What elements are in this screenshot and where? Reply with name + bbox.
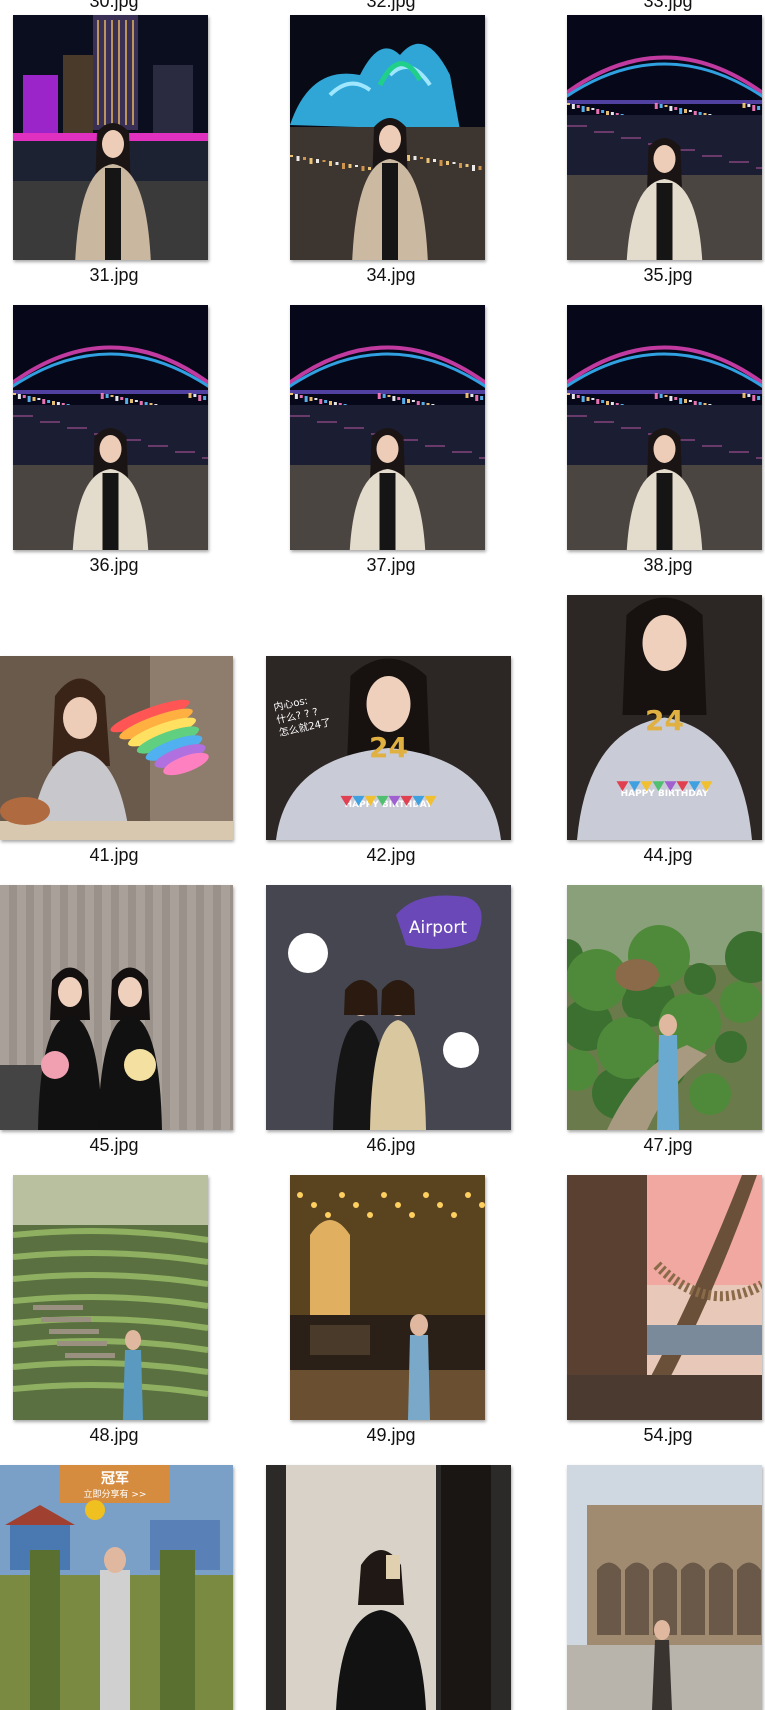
- image-thumbnail[interactable]: Airport: [266, 885, 511, 1130]
- file-name-label[interactable]: 37.jpg: [271, 555, 511, 576]
- file-name-label[interactable]: 34.jpg: [271, 265, 511, 286]
- image-thumbnail[interactable]: [567, 1465, 762, 1710]
- image-thumbnail[interactable]: [13, 1175, 208, 1420]
- image-thumbnail[interactable]: [567, 885, 762, 1130]
- previous-row-filename[interactable]: 33.jpg: [548, 0, 765, 12]
- file-name-label[interactable]: 42.jpg: [271, 845, 511, 866]
- thumbnail-preview-game-screenshot: 冠军立即分享有 >>: [0, 1465, 233, 1710]
- image-thumbnail[interactable]: [266, 1465, 511, 1710]
- file-name-label[interactable]: 48.jpg: [0, 1425, 234, 1446]
- image-thumbnail[interactable]: [290, 15, 485, 260]
- image-thumbnail[interactable]: [13, 15, 208, 260]
- thumbnail-preview-cafe-night-lights: [290, 1175, 485, 1420]
- thumbnail-preview-birthday-balloons: [0, 656, 233, 840]
- previous-row-filename[interactable]: 30.jpg: [0, 0, 234, 12]
- image-thumbnail[interactable]: 24 HAPPY BIRTHDAY: [266, 656, 511, 840]
- svg-text:24: 24: [645, 704, 684, 737]
- file-name-label[interactable]: 38.jpg: [548, 555, 765, 576]
- thumbnail-preview-opera-house-lights: [290, 15, 485, 260]
- image-thumbnail[interactable]: [290, 1175, 485, 1420]
- image-thumbnail[interactable]: [290, 305, 485, 550]
- image-thumbnail[interactable]: [567, 1175, 762, 1420]
- file-name-label[interactable]: 36.jpg: [0, 555, 234, 576]
- thumbnail-preview-harbour-bridge-night: [567, 15, 762, 260]
- file-name-label[interactable]: 41.jpg: [0, 845, 234, 866]
- file-name-label[interactable]: 44.jpg: [548, 845, 765, 866]
- image-thumbnail[interactable]: [13, 305, 208, 550]
- thumbnail-preview-street-historic-building: [567, 1465, 762, 1710]
- thumbnail-preview-harbour-bridge-night: [13, 305, 208, 550]
- thumbnail-preview-birthday-candles: 24 HAPPY BIRTHDAY: [567, 595, 762, 840]
- thumbnail-preview-harbour-bridge-night: [567, 305, 762, 550]
- file-name-label[interactable]: 49.jpg: [271, 1425, 511, 1446]
- svg-text:Airport: Airport: [409, 918, 468, 938]
- thumbnail-preview-two-friends-flowers: [0, 885, 233, 1130]
- svg-text:24: 24: [369, 731, 408, 764]
- thumbnail-preview-harbour-bridge-night: [290, 305, 485, 550]
- thumbnail-preview-birthday-candles: 24HAPPY BIRTHDAY: [266, 656, 511, 840]
- image-thumbnail[interactable]: 24 HAPPY BIRTHDAY: [567, 595, 762, 840]
- svg-text:立即分享有 >>: 立即分享有 >>: [84, 1488, 147, 1500]
- image-thumbnail[interactable]: [567, 15, 762, 260]
- file-name-label[interactable]: 54.jpg: [548, 1425, 765, 1446]
- svg-text:冠军: 冠军: [101, 1471, 129, 1487]
- thumbnail-preview-airport-sticker-photo: Airport: [266, 885, 511, 1130]
- thumbnail-preview-beach-sunset-palm: [567, 1175, 762, 1420]
- image-thumbnail[interactable]: [0, 885, 233, 1130]
- thumbnail-preview-tropical-garden: [567, 885, 762, 1130]
- previous-row-filename[interactable]: 32.jpg: [271, 0, 511, 12]
- image-thumbnail[interactable]: [0, 656, 233, 840]
- file-name-label[interactable]: 46.jpg: [271, 1135, 511, 1156]
- svg-text:HAPPY BIRTHDAY: HAPPY BIRTHDAY: [621, 789, 709, 799]
- thumbnail-preview-rice-terrace-stairs: [13, 1175, 208, 1420]
- thumbnail-preview-night-city-skyline: [13, 15, 208, 260]
- thumbnail-preview-mirror-selfie: [266, 1465, 511, 1710]
- file-name-label[interactable]: 31.jpg: [0, 265, 234, 286]
- file-thumbnail-grid: 30.jpg 32.jpg 33.jpg 31.jpg 34.jpg 35.jpg 36.j…: [0, 0, 765, 1710]
- file-name-label[interactable]: 47.jpg: [548, 1135, 765, 1156]
- image-thumbnail[interactable]: [567, 305, 762, 550]
- image-thumbnail[interactable]: 冠军 立即分享有 >>: [0, 1465, 233, 1710]
- file-name-label[interactable]: 45.jpg: [0, 1135, 234, 1156]
- file-name-label[interactable]: 35.jpg: [548, 265, 765, 286]
